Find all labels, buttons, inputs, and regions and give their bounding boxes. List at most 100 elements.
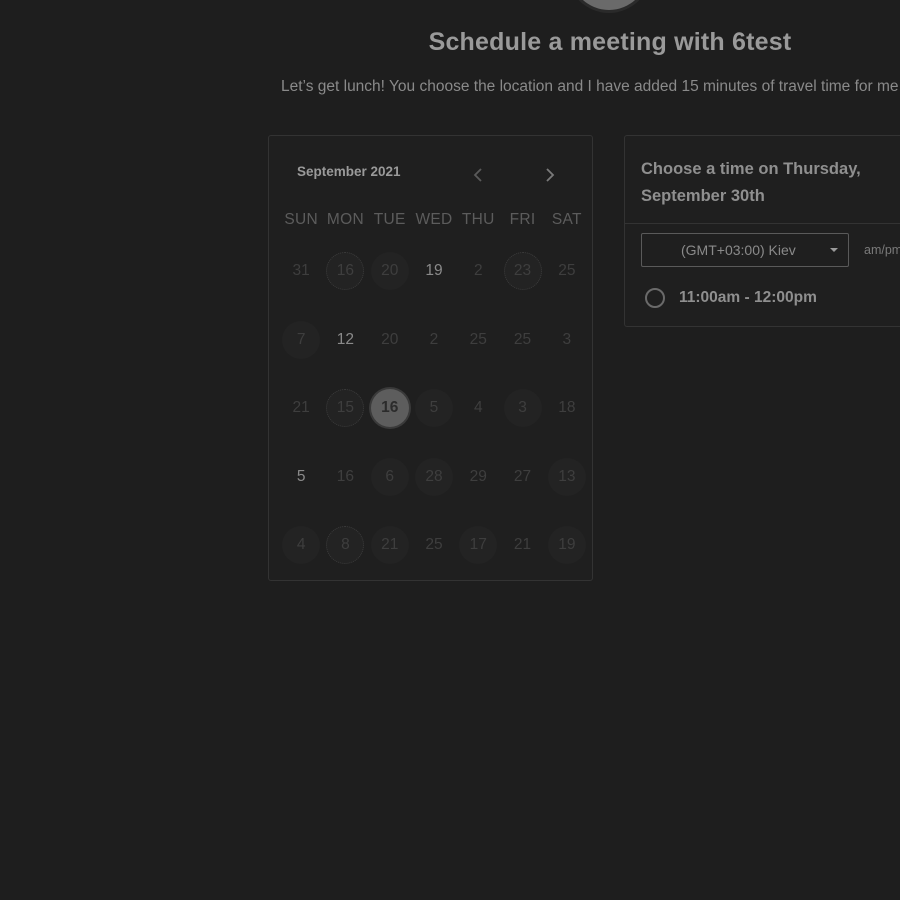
page-description: Let’s get lunch! You choose the location… — [281, 78, 899, 95]
calendar-week-row: 7 12 20 2 25 25 3 — [279, 320, 589, 390]
calendar-day-cell: 8 — [323, 526, 367, 595]
calendar-day: 25 — [425, 536, 443, 553]
calendar-day-cell: 19 — [412, 252, 456, 321]
calendar-day-cell: 5 — [279, 458, 323, 527]
next-month-button[interactable] — [539, 164, 561, 186]
calendar-day-cell: 21 — [500, 526, 544, 595]
calendar-day-cell: 16 — [368, 389, 412, 458]
calendar-day: 21 — [370, 526, 409, 564]
time-heading: Choose a time on Thursday, September 30t… — [641, 160, 861, 205]
calendar-day: 28 — [414, 457, 453, 496]
calendar-week-row: 5 16 6 28 29 27 13 — [279, 457, 589, 527]
weekday-label: THU — [461, 211, 495, 228]
calendar-day: 17 — [459, 526, 498, 564]
time-slot-label: 11:00am - 12:00pm — [679, 289, 817, 306]
calendar-day: 2 — [473, 262, 483, 279]
time-panel: Choose a time on Thursday, September 30t… — [624, 135, 900, 327]
avatar — [570, 0, 648, 10]
radio-button[interactable] — [645, 288, 665, 308]
calendar-day-cell: 25 — [412, 526, 456, 595]
calendar-day: 13 — [547, 457, 586, 496]
calendar-day: 20 — [381, 330, 399, 348]
weekday-label: TUE — [373, 211, 406, 228]
calendar-day-selected[interactable]: 16 — [370, 389, 409, 427]
calendar-day-cell: 20 — [368, 321, 412, 390]
weekday-header: SUN MON TUE WED THU FRI SAT — [279, 211, 589, 229]
calendar-day-cell: 31 — [279, 252, 323, 321]
calendar-day-cell: 2 — [412, 321, 456, 390]
day-grid: 31 16 20 19 2 23 25 7 12 20 2 25 25 3 21 15 16 5 4 3 18 5 16 6 2… — [279, 252, 589, 595]
calendar-day-cell: 25 — [500, 321, 544, 390]
calendar-day-cell: 18 — [545, 389, 589, 458]
weekday-label: FRI — [509, 211, 536, 228]
timezone-select[interactable]: (GMT+03:00) Kiev — [641, 233, 849, 267]
calendar-day-cell: 25 — [545, 252, 589, 321]
calendar-day: 16 — [336, 467, 355, 485]
calendar-day-cell: 3 — [500, 389, 544, 458]
calendar-day: 2 — [429, 330, 439, 348]
calendar-day: 7 — [282, 320, 321, 359]
calendar-day-cell: 28 — [412, 457, 456, 527]
calendar-week-row: 21 15 16 5 4 3 18 — [279, 389, 589, 458]
calendar-day-cell: 23 — [500, 252, 544, 321]
calendar-day-cell: 15 — [323, 389, 367, 458]
calendar-day: 3 — [503, 389, 542, 427]
calendar-day: 18 — [558, 399, 576, 416]
calendar-day: 5 — [414, 389, 453, 427]
calendar-day-cell: 21 — [368, 526, 412, 595]
calendar-day: 20 — [370, 252, 409, 290]
calendar-day: 31 — [292, 262, 310, 279]
calendar-day[interactable]: 19 — [415, 252, 453, 290]
calendar-day-cell: 6 — [368, 457, 412, 527]
prev-month-button[interactable] — [467, 164, 489, 186]
calendar-day[interactable]: 5 — [282, 458, 320, 496]
calendar-day-cell: 21 — [279, 389, 323, 458]
calendar-day: 25 — [469, 330, 487, 348]
time-slot[interactable]: 11:00am - 12:00pm — [645, 288, 817, 308]
calendar-day: 27 — [513, 467, 532, 485]
calendar-day-cell: 20 — [368, 252, 412, 321]
calendar-day-cell: 3 — [545, 321, 589, 390]
calendar-day-cell: 5 — [412, 389, 456, 458]
calendar-day[interactable]: 12 — [326, 321, 364, 359]
calendar-day-cell: 17 — [456, 526, 500, 595]
calendar-day: 19 — [547, 526, 586, 564]
calendar-day-cell: 19 — [545, 526, 589, 595]
calendar-day-cell: 13 — [545, 457, 589, 527]
calendar-day: 16 — [326, 252, 365, 290]
divider — [625, 223, 900, 224]
page-title: Schedule a meeting with 6test — [428, 28, 792, 56]
weekday-label: SUN — [284, 211, 318, 228]
calendar-day: 21 — [292, 399, 310, 416]
chevron-right-icon — [546, 168, 555, 182]
calendar-day-cell: 12 — [323, 321, 367, 390]
calendar-day: 4 — [473, 399, 483, 416]
calendar-day-cell: 7 — [279, 320, 323, 390]
calendar-panel: September 2021 SUN MON TUE WED THU FRI SAT 31 1… — [268, 135, 593, 581]
calendar-week-row: 31 16 20 19 2 23 25 — [279, 252, 589, 321]
calendar-day-cell: 4 — [456, 389, 500, 458]
calendar-day: 4 — [282, 526, 321, 564]
month-label: September 2021 — [297, 164, 401, 179]
calendar-day: 25 — [513, 330, 532, 348]
calendar-day: 6 — [370, 457, 409, 496]
calendar-day-cell: 16 — [323, 458, 367, 527]
calendar-day: 29 — [469, 467, 487, 485]
calendar-week-row: 4 8 21 25 17 21 19 — [279, 526, 589, 595]
calendar-day-cell: 4 — [279, 526, 323, 595]
chevron-left-icon — [473, 168, 482, 182]
caret-down-icon — [830, 248, 838, 252]
calendar-day: 25 — [558, 262, 576, 279]
calendar-day: 15 — [326, 389, 365, 427]
calendar-day: 8 — [326, 526, 365, 564]
weekday-label: MON — [326, 211, 364, 228]
calendar-day: 23 — [503, 252, 542, 290]
calendar-day-cell: 16 — [323, 252, 367, 321]
calendar-day-cell: 27 — [500, 458, 544, 527]
time-format-toggle[interactable]: am/pm — [864, 243, 900, 257]
calendar-day-cell: 29 — [456, 458, 500, 527]
calendar-day-cell: 2 — [456, 252, 500, 321]
timezone-value: (GMT+03:00) Kiev — [681, 242, 796, 258]
weekday-label: WED — [415, 211, 453, 228]
calendar-day-cell: 25 — [456, 321, 500, 390]
